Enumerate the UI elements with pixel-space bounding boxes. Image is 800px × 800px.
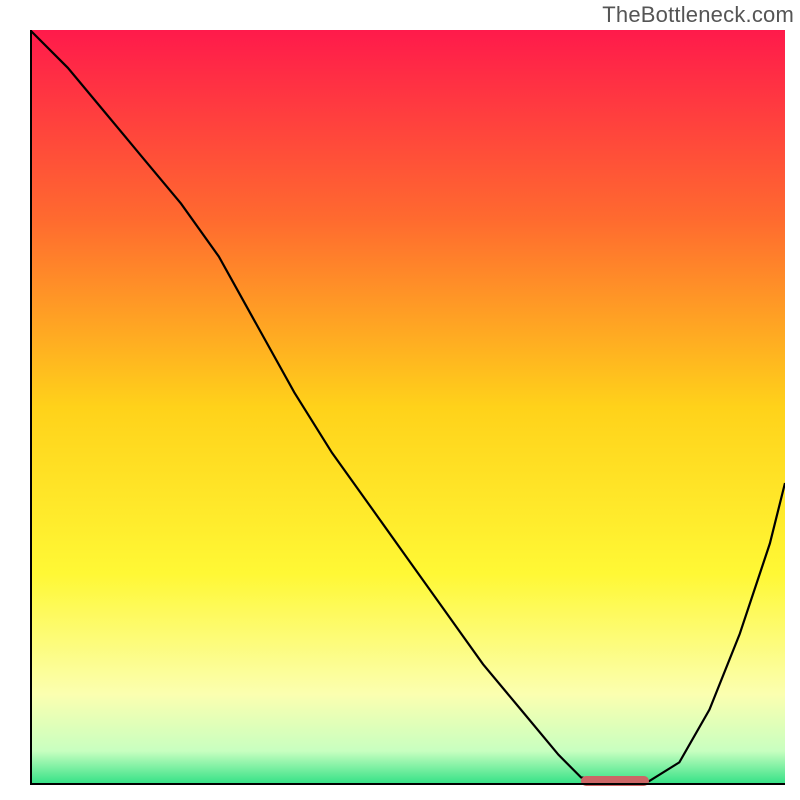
x-axis xyxy=(30,783,785,785)
watermark-text: TheBottleneck.com xyxy=(602,2,794,28)
plot-area xyxy=(30,30,785,785)
gradient-and-curve xyxy=(30,30,785,785)
y-axis xyxy=(30,30,32,785)
chart-canvas: TheBottleneck.com xyxy=(0,0,800,800)
gradient-background xyxy=(30,30,785,785)
